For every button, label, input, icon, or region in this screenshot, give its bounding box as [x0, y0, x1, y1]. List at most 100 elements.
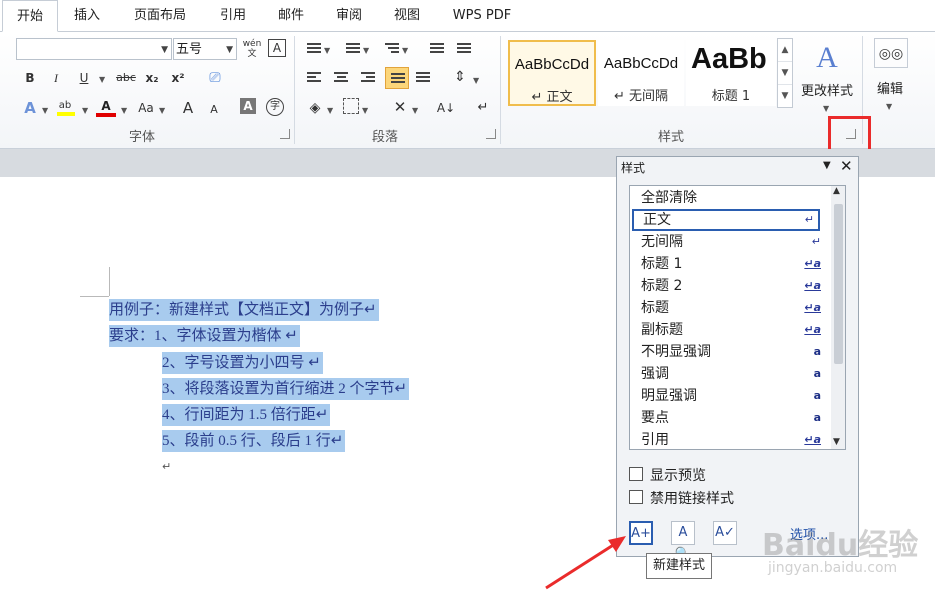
style-item-heading2[interactable]: 标题 2 ↵a [641, 275, 821, 297]
find-binoculars-icon[interactable]: ◎◎ [874, 38, 908, 68]
char-shading-icon[interactable]: A [240, 98, 256, 114]
clear-format-icon[interactable]: ⎚ [205, 68, 225, 88]
doc-line-5[interactable]: 4、行间距为 1.5 倍行距↵ [162, 404, 331, 426]
style-item-subtitle[interactable]: 副标题 ↵a [641, 319, 821, 341]
sort-icon[interactable]: A↓ [436, 98, 456, 118]
chevron-down-icon[interactable]: ▼ [362, 106, 368, 115]
bullets-icon[interactable] [307, 43, 321, 55]
sort-chars-icon[interactable]: ✕ [390, 97, 410, 117]
manage-styles-button[interactable]: A✓ [713, 521, 737, 545]
numbering-icon[interactable] [346, 43, 360, 55]
style-item-no-spacing[interactable]: 无间隔 ↵ [641, 231, 821, 253]
font-name-combo[interactable]: ▼ [16, 38, 172, 60]
shading-icon[interactable]: ◈ [305, 98, 325, 118]
chevron-down-icon[interactable]: ▼ [327, 106, 333, 115]
doc-line-3[interactable]: 2、字号设置为小四号 ↵ [162, 352, 323, 374]
subscript-button[interactable]: x₂ [142, 68, 162, 88]
style-card-no-spacing[interactable]: AaBbCcDd ↵ 无间隔 [598, 40, 684, 106]
line-spacing-icon[interactable]: ⇕ [450, 67, 470, 87]
tab-review[interactable]: 审阅 [322, 0, 376, 31]
style-item-heading1[interactable]: 标题 1 ↵a [641, 253, 821, 275]
doc-line-4[interactable]: 3、将段落设置为首行缩进 2 个字节↵ [162, 378, 410, 400]
chevron-down-icon[interactable]: ▼ [324, 46, 330, 55]
paragraph-dialog-launcher-icon[interactable] [486, 129, 496, 139]
style-inspector-button[interactable]: A🔍 [671, 521, 695, 562]
chevron-down-icon[interactable]: ▼ [121, 106, 127, 115]
chevron-down-icon[interactable]: ▼ [473, 76, 479, 85]
close-icon[interactable]: ✕ [840, 157, 853, 175]
phonetic-guide-icon[interactable]: wén 文 [242, 39, 262, 59]
scroll-up-icon[interactable]: ▲ [833, 186, 840, 196]
style-item-normal[interactable]: 正文 ↵ [632, 209, 820, 231]
increase-indent-icon[interactable] [457, 43, 471, 55]
multilevel-list-icon[interactable] [385, 43, 399, 55]
scroll-down-icon[interactable]: ▼ [778, 62, 792, 85]
grow-font-icon[interactable]: A [178, 98, 198, 118]
change-styles-icon[interactable]: A [807, 38, 847, 78]
style-item-strong[interactable]: 要点 a [641, 407, 821, 429]
style-item-title[interactable]: 标题 ↵a [641, 297, 821, 319]
strikethrough-button[interactable]: abc [114, 68, 138, 88]
style-item-emphasis[interactable]: 强调 a [641, 363, 821, 385]
align-left-icon[interactable] [307, 72, 321, 84]
decrease-indent-icon[interactable] [430, 43, 444, 55]
tab-wps-pdf[interactable]: WPS PDF [440, 0, 524, 31]
borders-icon[interactable] [343, 98, 359, 114]
char-border-icon[interactable]: A [268, 39, 286, 57]
italic-button[interactable]: I [46, 68, 66, 88]
style-item-intense-emphasis[interactable]: 明显强调 a [641, 385, 821, 407]
chevron-down-icon[interactable]: ▼ [412, 106, 418, 115]
style-item-clear-all[interactable]: 全部清除 [641, 187, 821, 209]
distributed-icon[interactable] [416, 72, 430, 84]
highlight-color-icon[interactable]: ab [55, 96, 75, 116]
change-case-icon[interactable]: Aa [136, 98, 156, 118]
bold-button[interactable]: B [20, 68, 40, 88]
chevron-down-icon[interactable]: ▼ [42, 106, 48, 115]
tab-home[interactable]: 开始 [2, 0, 58, 32]
doc-line-2[interactable]: 要求：1、字体设置为楷体 ↵ [109, 325, 300, 347]
chevron-down-icon[interactable]: ▼ [82, 106, 88, 115]
style-card-normal[interactable]: AaBbCcDd ↵ 正文 [508, 40, 596, 106]
styles-list-scrollbar[interactable]: ▲ ▼ [831, 186, 845, 449]
show-marks-icon[interactable]: ↵ [473, 98, 493, 118]
font-color-icon[interactable]: A [96, 96, 116, 117]
chevron-down-icon[interactable]: ▼ [159, 106, 165, 115]
styles-gallery-scroller[interactable]: ▲ ▼ ▼ [777, 38, 793, 108]
tab-references[interactable]: 引用 [206, 0, 260, 31]
align-center-icon[interactable] [334, 72, 348, 84]
chevron-down-icon[interactable]: ▼ [823, 104, 829, 113]
align-right-icon[interactable] [361, 72, 375, 84]
underline-button[interactable]: U [74, 68, 94, 88]
styles-list[interactable]: 全部清除 正文 ↵ 无间隔 ↵ 标题 1 ↵a 标题 2 ↵a 标题 ↵a 副标题 ↵a 不… [629, 185, 846, 450]
doc-line-1[interactable]: 用例子：新建样式【文档正文】为例子↵ [109, 299, 379, 321]
disable-linked-checkbox[interactable] [629, 490, 643, 504]
style-item-subtle-emphasis[interactable]: 不明显强调 a [641, 341, 821, 363]
style-card-heading1[interactable]: AaBb 标题 1 [686, 40, 776, 106]
font-dialog-launcher-icon[interactable] [280, 129, 290, 139]
scroll-up-icon[interactable]: ▲ [778, 39, 792, 62]
text-effects-icon[interactable]: A [20, 98, 40, 118]
scrollbar-thumb[interactable] [834, 204, 843, 364]
chevron-down-icon[interactable]: ▼ [363, 46, 369, 55]
shrink-font-icon[interactable]: A [204, 100, 224, 120]
edit-button[interactable]: 编辑 [870, 78, 910, 97]
tab-view[interactable]: 视图 [380, 0, 434, 31]
chevron-down-icon[interactable]: ▼ [99, 75, 105, 84]
tab-mailings[interactable]: 邮件 [264, 0, 318, 31]
tab-page-layout[interactable]: 页面布局 [120, 0, 200, 31]
pane-menu-icon[interactable]: ▼ [823, 160, 831, 171]
style-item-quote[interactable]: 引用 ↵a [641, 429, 821, 451]
enclose-char-icon[interactable]: 字 [266, 98, 284, 116]
font-size-combo[interactable]: 五号 ▼ [173, 38, 237, 60]
chevron-down-icon[interactable]: ▼ [402, 46, 408, 55]
gallery-more-icon[interactable]: ▼ [778, 85, 792, 107]
new-style-button[interactable]: A+ [629, 521, 653, 545]
justify-button[interactable] [385, 67, 409, 89]
tab-insert[interactable]: 插入 [60, 0, 114, 31]
show-preview-checkbox[interactable] [629, 467, 643, 481]
superscript-button[interactable]: x² [168, 68, 188, 88]
chevron-down-icon[interactable]: ▼ [886, 102, 892, 111]
scroll-down-icon[interactable]: ▼ [833, 437, 840, 447]
change-styles-button[interactable]: 更改样式 [796, 80, 858, 99]
doc-line-6[interactable]: 5、段前 0.5 行、段后 1 行↵ [162, 430, 346, 452]
